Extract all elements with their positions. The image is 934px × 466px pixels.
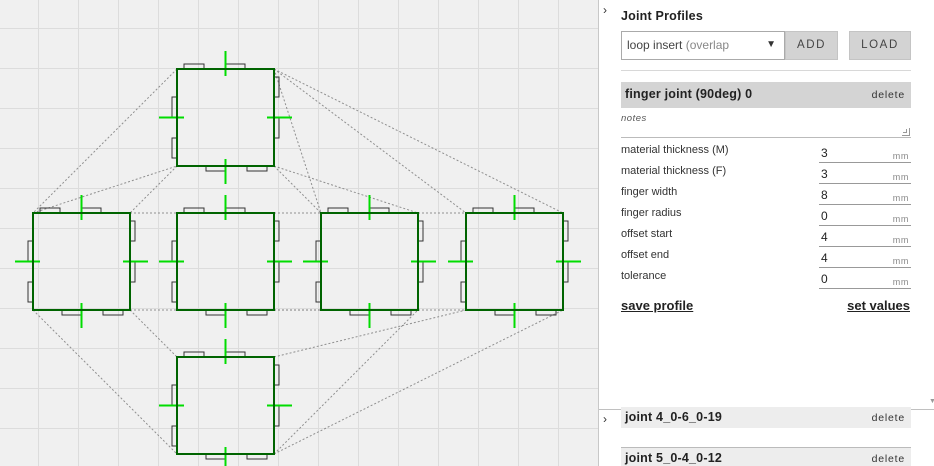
guide-line [273, 309, 564, 455]
guide-line [273, 165, 322, 214]
profile-item[interactable]: joint 4_0-6_0-19 delete [621, 407, 911, 428]
param-input[interactable]: 3 mm [819, 145, 911, 163]
param-row: offset end 4 mm [621, 249, 911, 270]
guide-line [273, 165, 419, 214]
select-value: loop insert [627, 38, 683, 52]
guide-line [129, 165, 178, 214]
guide-line [32, 68, 178, 214]
param-unit: mm [892, 172, 909, 182]
param-row: finger width 8 mm [621, 186, 911, 207]
profile-item-name: joint 5_0-4_0-12 [625, 451, 722, 465]
guide-line [32, 309, 178, 455]
profile-item-name: joint 4_0-6_0-19 [625, 410, 722, 424]
guide-line [273, 68, 467, 214]
param-input[interactable]: 0 mm [819, 208, 911, 226]
chevron-right-icon[interactable]: › [603, 3, 607, 17]
add-button[interactable]: ADD [785, 31, 838, 60]
param-row: material thickness (F) 3 mm [621, 165, 911, 186]
param-row: tolerance 0 mm [621, 270, 911, 291]
param-label: tolerance [621, 270, 667, 282]
box-net-drawing [15, 51, 581, 466]
param-input[interactable]: 8 mm [819, 187, 911, 205]
param-label: offset end [621, 249, 670, 261]
profile-name: finger joint (90deg) 0 [625, 87, 753, 101]
resize-grip-icon[interactable] [902, 128, 910, 136]
param-label: offset start [621, 228, 673, 240]
param-value: 0 [821, 209, 828, 223]
param-input[interactable]: 4 mm [819, 229, 911, 247]
delete-profile-button[interactable]: delete [872, 89, 905, 101]
param-value: 0 [821, 272, 828, 286]
param-unit: mm [892, 193, 909, 203]
box-face [176, 212, 275, 311]
profile-header[interactable]: finger joint (90deg) 0 delete [621, 82, 911, 108]
guide-line [273, 309, 419, 455]
param-label: material thickness (F) [621, 165, 727, 177]
param-value: 4 [821, 251, 828, 265]
save-profile-link[interactable]: save profile [621, 298, 693, 313]
profile-item[interactable]: joint 5_0-4_0-12 delete [621, 447, 911, 466]
param-value: 4 [821, 230, 828, 244]
param-row: material thickness (M) 3 mm [621, 144, 911, 165]
param-input[interactable]: 0 mm [819, 271, 911, 289]
param-unit: mm [892, 151, 909, 161]
scroll-down-icon[interactable]: ▼ [929, 398, 934, 405]
guide-line [273, 68, 564, 214]
joint-profiles-panel: › Joint Profiles loop insert (overlap ▼ … [598, 0, 934, 466]
param-value: 8 [821, 188, 828, 202]
param-unit: mm [892, 235, 909, 245]
profile-type-select[interactable]: loop insert (overlap ▼ [621, 31, 785, 60]
canvas-area[interactable] [0, 0, 598, 466]
divider [621, 70, 911, 71]
load-button[interactable]: LOAD [849, 31, 911, 60]
guide-line [273, 68, 322, 214]
chevron-right-icon[interactable]: › [603, 412, 607, 426]
caret-down-icon: ▼ [766, 39, 776, 50]
guide-line [129, 309, 178, 358]
box-face [176, 356, 275, 455]
notes-label: notes [621, 113, 647, 124]
panel-scrollbar[interactable]: ▼ [928, 0, 934, 410]
param-label: material thickness (M) [621, 144, 729, 156]
param-label: finger radius [621, 207, 682, 219]
param-unit: mm [892, 277, 909, 287]
box-face [32, 212, 131, 311]
select-value-extra: (overlap [685, 38, 730, 52]
param-value: 3 [821, 146, 828, 160]
box-face [320, 212, 419, 311]
param-value: 3 [821, 167, 828, 181]
param-row: offset start 4 mm [621, 228, 911, 249]
delete-profile-button[interactable]: delete [872, 412, 905, 424]
panel-title: Joint Profiles [621, 9, 703, 23]
param-unit: mm [892, 214, 909, 224]
set-values-link[interactable]: set values [847, 298, 910, 313]
param-label: finger width [621, 186, 678, 198]
delete-profile-button[interactable]: delete [872, 453, 905, 465]
param-input[interactable]: 4 mm [819, 250, 911, 268]
notes-field[interactable] [621, 124, 911, 138]
box-face [465, 212, 564, 311]
box-face [176, 68, 275, 167]
param-unit: mm [892, 256, 909, 266]
guide-line [32, 165, 178, 214]
param-input[interactable]: 3 mm [819, 166, 911, 184]
param-row: finger radius 0 mm [621, 207, 911, 228]
